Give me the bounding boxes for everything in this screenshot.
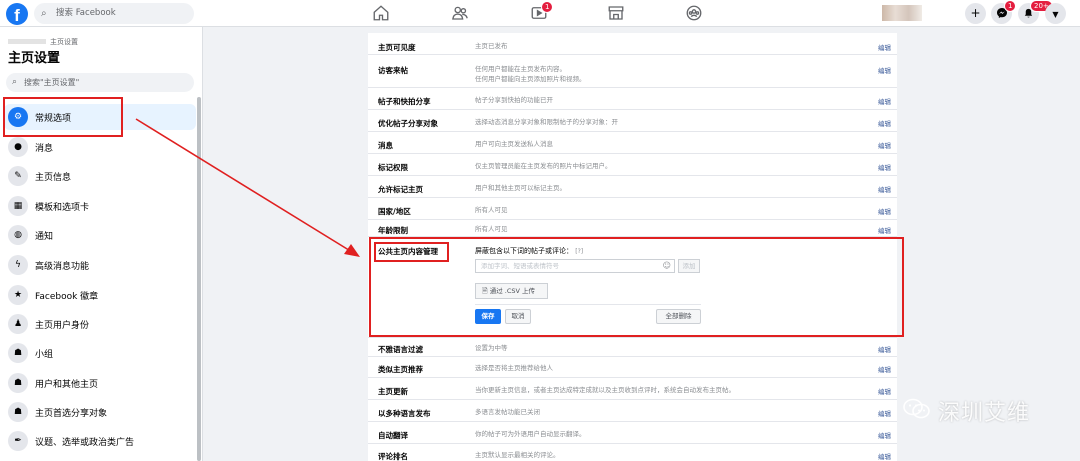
people-icon: ☗ bbox=[8, 402, 28, 422]
edit-link[interactable]: 编辑 bbox=[878, 206, 891, 216]
annotation-highlight-moderation-section bbox=[369, 237, 904, 337]
edit-link[interactable]: 编辑 bbox=[878, 364, 891, 374]
edit-link[interactable]: 编辑 bbox=[878, 96, 891, 106]
annotation-arrow-head bbox=[344, 244, 360, 257]
settings-row-tagging-ability[interactable]: 标记权限 仅主页管理员能在主页发布的照片中标记用户。 编辑 bbox=[368, 154, 897, 176]
facebook-search-input[interactable]: ⌕ 搜索 Facebook bbox=[34, 3, 194, 24]
search-icon: ⌕ bbox=[41, 8, 47, 19]
sidebar-scrollbar[interactable] bbox=[197, 97, 201, 461]
sidebar-item-groups[interactable]: ☗ 小组 bbox=[4, 340, 196, 366]
edit-link[interactable]: 编辑 bbox=[878, 65, 891, 75]
edit-link[interactable]: 编辑 bbox=[878, 42, 891, 52]
star-badge-icon: ★ bbox=[8, 285, 28, 305]
groups-icon[interactable] bbox=[685, 4, 705, 22]
sidebar-item-templates-tabs[interactable]: ▦ 模板和选项卡 bbox=[4, 193, 196, 219]
settings-row-visitor-posts[interactable]: 访客来帖 任何用户都能在主页发布内容。 任何用户都能向主页添加照片和视频。 编辑 bbox=[368, 55, 897, 88]
sidebar-item-page-roles[interactable]: ♟ 主页用户身份 bbox=[4, 311, 196, 337]
pen-nib-icon: ✒ bbox=[8, 431, 28, 451]
chat-icon: ● bbox=[8, 137, 28, 157]
edit-link[interactable]: 编辑 bbox=[878, 184, 891, 194]
annotation-highlight-moderation-label bbox=[374, 242, 449, 262]
friends-icon[interactable] bbox=[451, 4, 471, 22]
home-icon[interactable] bbox=[372, 4, 392, 22]
grid-icon: ▦ bbox=[8, 196, 28, 216]
create-plus-button[interactable]: + bbox=[965, 3, 986, 24]
video-notification-badge: 1 bbox=[541, 1, 554, 13]
edit-link[interactable]: 编辑 bbox=[878, 386, 891, 396]
watermark-text: 深圳艾维 bbox=[938, 401, 1031, 426]
settings-row-comment-ranking[interactable]: 评论排名 主页默认显示最相关的评论。 编辑 bbox=[368, 444, 897, 461]
facebook-logo[interactable]: f bbox=[6, 3, 28, 25]
chevron-down-icon: ▼ bbox=[1052, 10, 1059, 19]
annotation-highlight-general bbox=[3, 97, 123, 137]
settings-row-country-restrictions[interactable]: 国家/地区 所有人可见 编辑 bbox=[368, 198, 897, 220]
settings-row-page-updates[interactable]: 主页更新 当你更新主页信息，或者主页达成特定成就以及主页收到点评时，系统会自动发… bbox=[368, 378, 897, 400]
page-title: 主页设置 bbox=[8, 51, 61, 66]
settings-row-page-visibility[interactable]: 主页可见度 主页已发布 编辑 bbox=[368, 33, 897, 55]
edit-link[interactable]: 编辑 bbox=[878, 118, 891, 128]
settings-row-translate-automatically[interactable]: 自动翻译 你的帖子可为外语用户自动显示翻译。 编辑 bbox=[368, 422, 897, 444]
profile-avatar-pixelated[interactable] bbox=[882, 5, 922, 21]
settings-row-others-tagging-page[interactable]: 允许标记主页 用户和其他主页可以标记主页。 编辑 bbox=[368, 176, 897, 198]
settings-row-age-restrictions[interactable]: 年龄限制 所有人可见 编辑 bbox=[368, 220, 897, 237]
globe-icon: ◍ bbox=[8, 225, 28, 245]
settings-sidebar: 主页设置 主页设置 ⌕ 搜索"主页设置" ⚙ 常规选项 ● 消息 ✎ 主页信息 … bbox=[0, 27, 203, 461]
edit-link[interactable]: 编辑 bbox=[878, 430, 891, 440]
search-icon: ⌕ bbox=[12, 77, 18, 87]
sidebar-item-facebook-badges[interactable]: ★ Facebook 徽章 bbox=[4, 282, 196, 308]
pencil-icon: ✎ bbox=[8, 166, 28, 186]
wechat-watermark-icon bbox=[903, 398, 930, 419]
breadcrumb[interactable]: 主页设置 bbox=[50, 37, 78, 47]
sidebar-item-notifications[interactable]: ◍ 通知 bbox=[4, 222, 196, 248]
messenger-icon: ϟ bbox=[8, 255, 28, 275]
account-dropdown-button[interactable]: ▼ bbox=[1045, 3, 1066, 24]
settings-row-profanity-filter[interactable]: 不雅语言过滤 设置为中等 编辑 bbox=[368, 338, 897, 357]
edit-link[interactable]: 编辑 bbox=[878, 451, 891, 461]
edit-link[interactable]: 编辑 bbox=[878, 408, 891, 418]
settings-row-similar-page-suggestions[interactable]: 类似主页推荐 选择是否将主页推荐给他人 编辑 bbox=[368, 357, 897, 378]
settings-row-post-story-sharing[interactable]: 帖子和快拍分享 帖子分享到快拍的功能已开 编辑 bbox=[368, 88, 897, 110]
edit-link[interactable]: 编辑 bbox=[878, 140, 891, 150]
marketplace-icon[interactable] bbox=[607, 4, 627, 22]
sidebar-item-messages[interactable]: ● 消息 bbox=[4, 134, 196, 160]
edit-link[interactable]: 编辑 bbox=[878, 162, 891, 172]
edit-link[interactable]: 编辑 bbox=[878, 225, 891, 235]
settings-row-messages[interactable]: 消息 用户可向主页发送私人消息 编辑 bbox=[368, 132, 897, 154]
settings-row-audience-optimization[interactable]: 优化帖子分享对象 选择动态消息分享对象和限制帖子的分享对象：开 编辑 bbox=[368, 110, 897, 132]
group-icon: ☗ bbox=[8, 343, 28, 363]
sidebar-item-political-ads[interactable]: ✒ 议题、选举或政治类广告 bbox=[4, 428, 196, 454]
edit-link[interactable]: 编辑 bbox=[878, 344, 891, 354]
page-name-blurred bbox=[8, 39, 46, 44]
people-icon: ☗ bbox=[8, 373, 28, 393]
sidebar-item-advanced-messaging[interactable]: ϟ 高级消息功能 bbox=[4, 252, 196, 278]
person-icon: ♟ bbox=[8, 314, 28, 334]
settings-row-multilingual-posts[interactable]: 以多种语言发布 多语言发帖功能已关闭 编辑 bbox=[368, 400, 897, 422]
sidebar-item-people-and-pages[interactable]: ☗ 用户和其他主页 bbox=[4, 370, 196, 396]
sidebar-item-preferred-audience[interactable]: ☗ 主页首选分享对象 bbox=[4, 399, 196, 425]
settings-search-input[interactable]: ⌕ 搜索"主页设置" bbox=[6, 73, 194, 92]
top-navigation-bar: f ⌕ 搜索 Facebook 1 + 1 20+ ▼ bbox=[0, 0, 1080, 27]
messenger-badge: 1 bbox=[1004, 0, 1017, 12]
sidebar-item-page-info[interactable]: ✎ 主页信息 bbox=[4, 163, 196, 189]
